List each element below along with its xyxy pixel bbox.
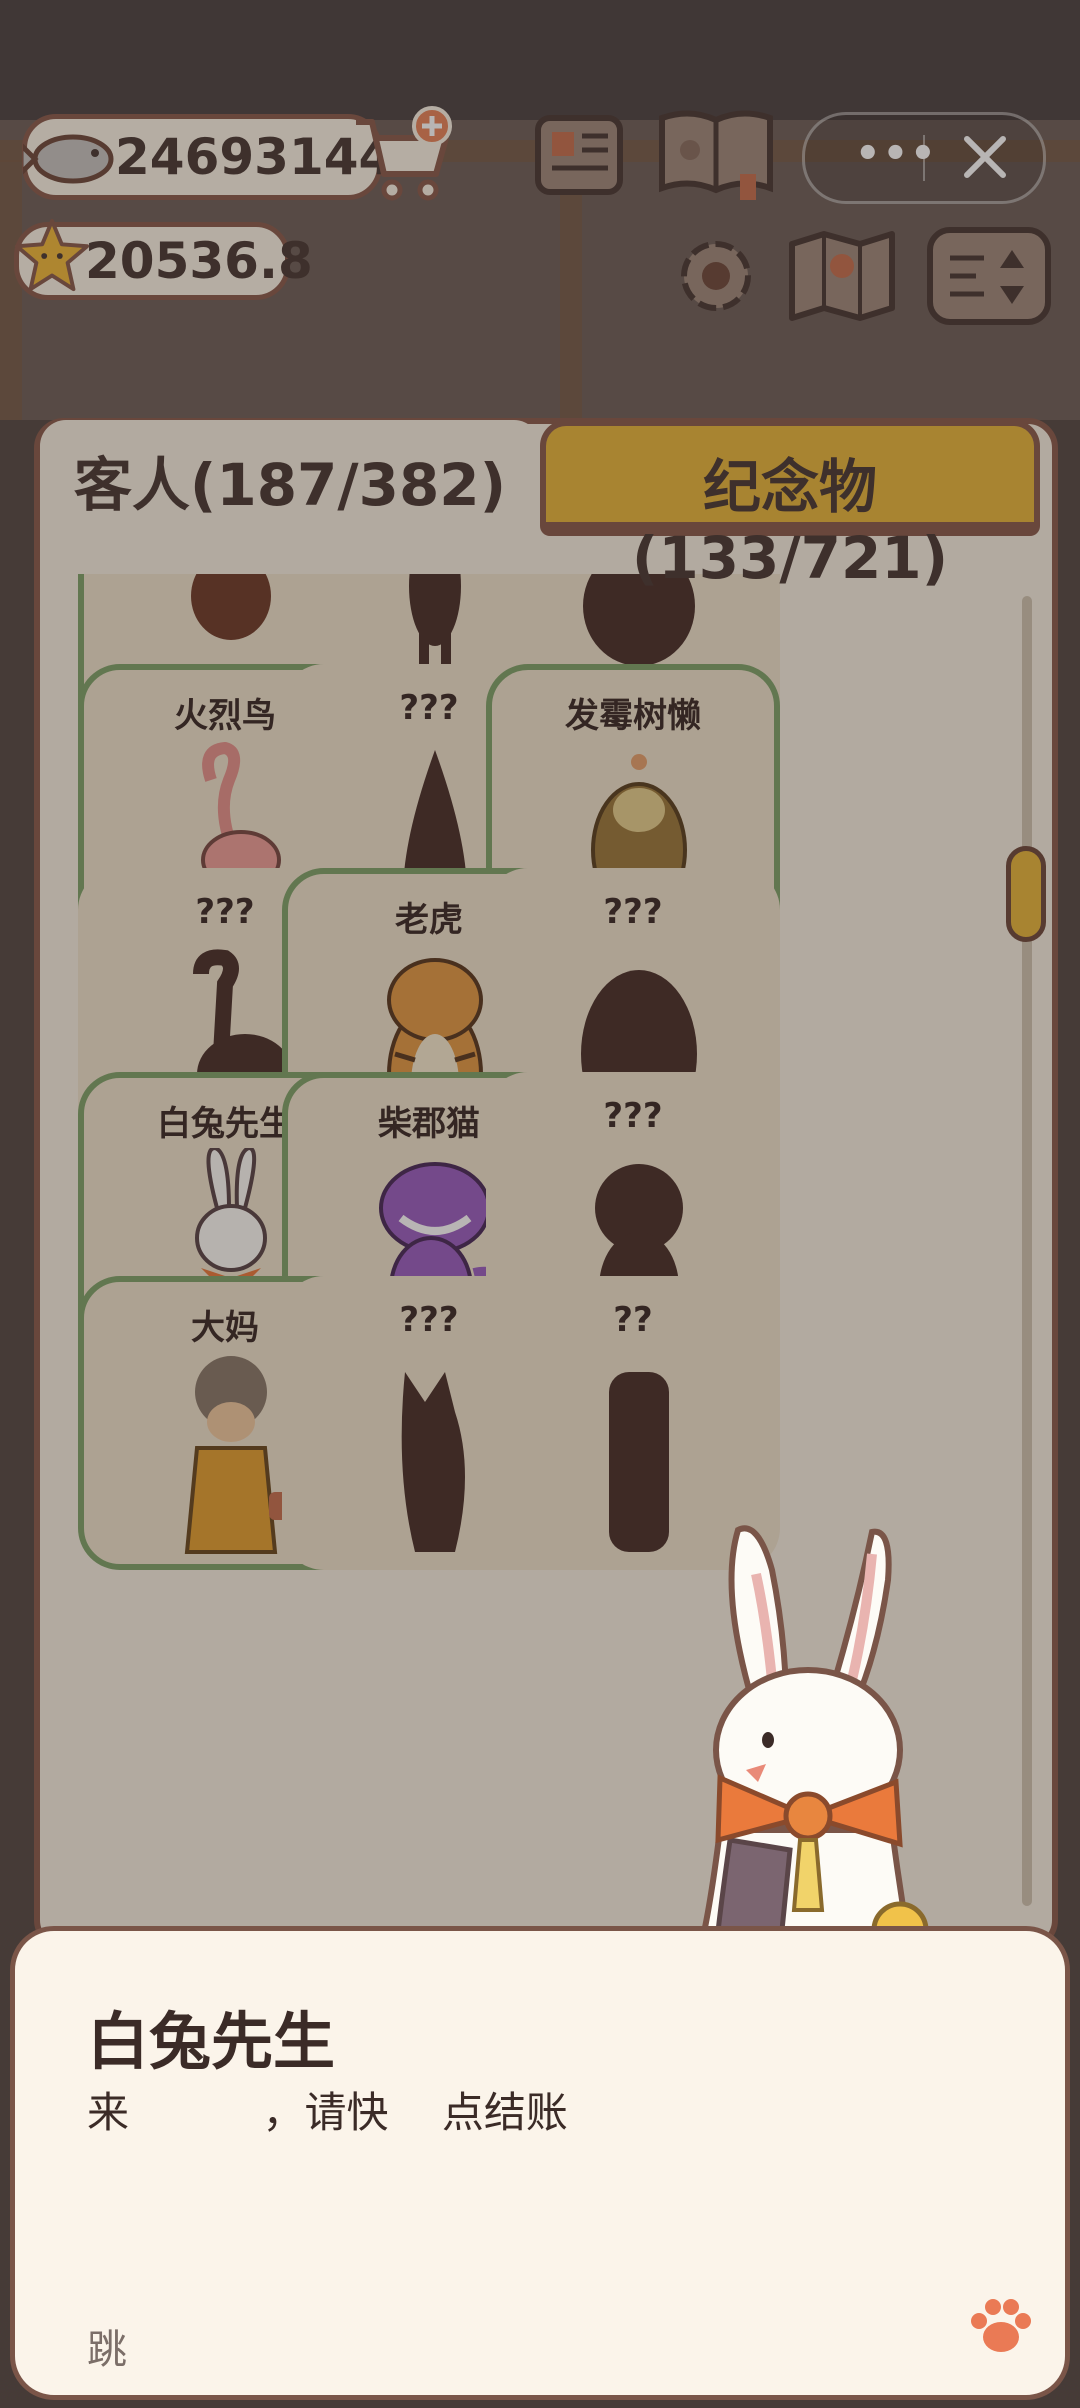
shop-cart-button[interactable] [348,104,458,204]
scrollbar-track[interactable] [1022,596,1032,1906]
skip-button[interactable]: 跳 [87,2317,127,2375]
guest-name: ??? [603,892,663,932]
star-amount: 20536.8 [85,232,313,290]
more-options-button[interactable]: ••• [855,134,938,174]
guest-name: ?? [613,1300,653,1340]
star-currency: 20536.8 [14,218,313,300]
dialog-text: 来 ，请快 点结账 [87,2088,568,2137]
guest-name: 发霉树懒 [565,696,701,736]
dialog-box[interactable]: 白兔先生 来 ，请快 点结账 跳 [10,1926,1070,2400]
star-icon [14,218,90,292]
tab-guests-label: 客人(187/382) [73,451,507,519]
sort-filter-icon[interactable] [924,224,1054,328]
white-rabbit-character [696,1525,929,1950]
capsule-divider [923,135,925,181]
newspaper-icon[interactable] [532,112,626,198]
tab-souvenirs-label: 纪念物(133/721) [631,453,949,592]
guest-name: ??? [603,1096,663,1136]
map-icon[interactable] [786,226,898,326]
fish-currency: 24693144 [22,114,393,200]
scrollbar-thumb[interactable] [1006,846,1046,942]
fish-icon [23,134,114,184]
book-icon[interactable] [656,104,776,204]
paw-icon[interactable] [965,2291,1035,2361]
settings-gear-icon[interactable] [670,230,762,322]
tab-guests[interactable]: 客人(187/382) [40,420,540,540]
tab-souvenirs[interactable]: 纪念物(133/721) [540,420,1040,592]
dialog-speaker: 白兔先生 [87,2005,336,2078]
close-icon[interactable] [955,127,1015,187]
mini-program-capsule: ••• [802,112,1046,204]
